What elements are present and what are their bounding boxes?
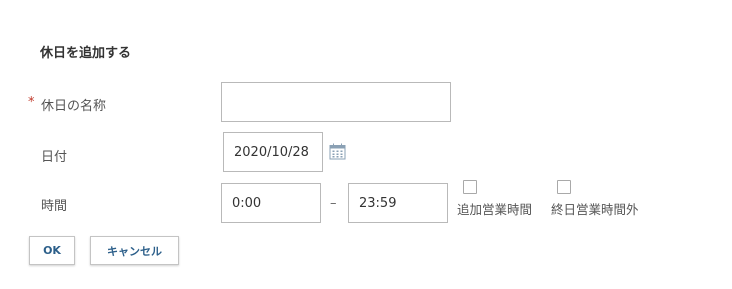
all-day-outside-checkbox[interactable] [557,180,571,194]
dialog-title: 休日を追加する [40,46,132,61]
date-label: 日付 [41,150,68,165]
required-indicator: * [28,95,35,110]
holiday-name-input[interactable] [221,82,451,122]
date-input[interactable] [223,132,323,172]
end-time-input[interactable] [348,183,448,223]
start-time-input[interactable] [221,183,321,223]
calendar-icon[interactable] [329,143,346,160]
additional-hours-label: 追加営業時間 [457,202,533,217]
cancel-button[interactable]: キャンセル [90,236,179,265]
additional-hours-checkbox[interactable] [463,180,477,194]
holiday-name-label: 休日の名称 [41,99,107,114]
all-day-outside-label: 終日営業時間外 [551,202,639,217]
time-range-separator: – [330,196,337,211]
time-label: 時間 [41,199,68,214]
ok-button[interactable]: OK [29,236,75,265]
